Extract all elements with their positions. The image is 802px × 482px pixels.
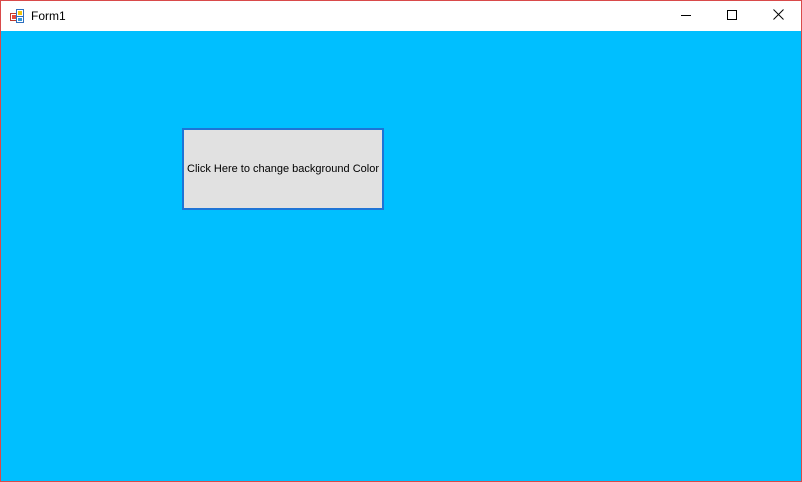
maximize-button[interactable] [709, 1, 755, 31]
close-icon [772, 7, 784, 25]
winforms-app-icon[interactable] [10, 9, 24, 23]
maximize-icon [727, 7, 737, 25]
minimize-button[interactable] [663, 1, 709, 31]
title-bar[interactable]: Form1 [1, 1, 801, 31]
window-title: Form1 [31, 9, 66, 23]
form-client-area: Click Here to change background Color [1, 31, 801, 481]
close-button[interactable] [755, 1, 801, 31]
change-background-color-button[interactable]: Click Here to change background Color [182, 128, 384, 210]
minimize-icon [681, 7, 691, 25]
app-window: Form1 Click Here to change background Co… [0, 0, 802, 482]
